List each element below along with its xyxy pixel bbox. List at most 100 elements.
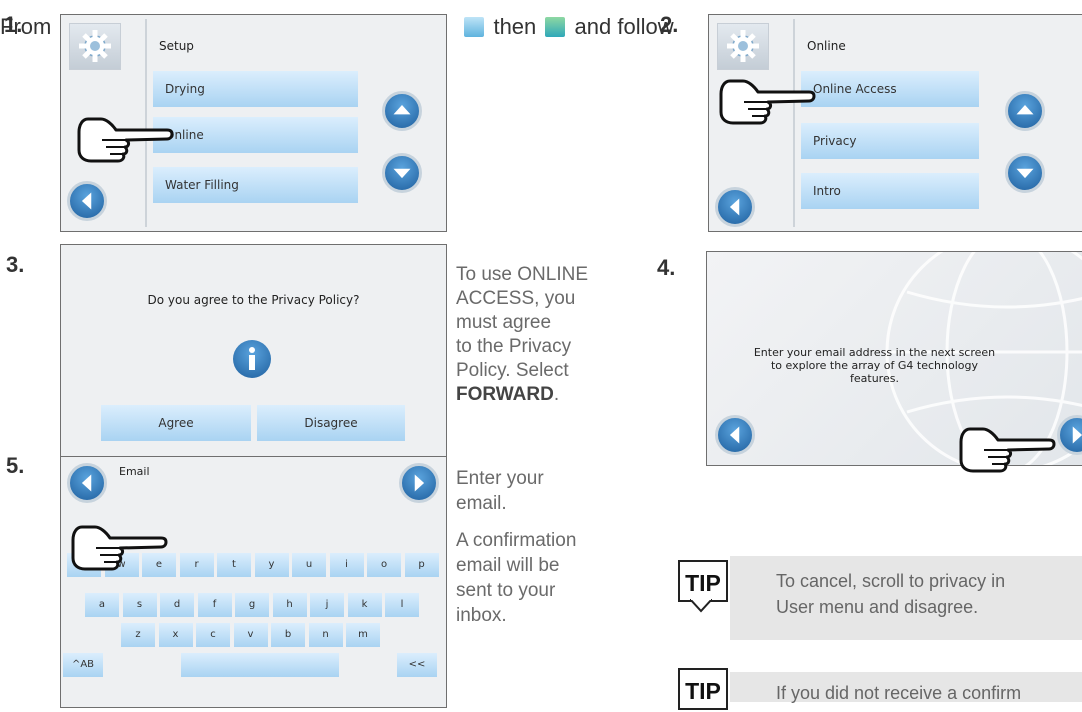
back-button[interactable]	[67, 463, 107, 503]
tip-line: To cancel, scroll to privacy in	[776, 571, 1006, 591]
key-l[interactable]: l	[385, 593, 419, 617]
key-x[interactable]: x	[158, 623, 193, 647]
tip-text: To cancel, scroll to privacy in User men…	[776, 568, 1005, 620]
tip-pointer-icon	[690, 599, 712, 613]
key-m[interactable]: m	[346, 623, 380, 647]
step3-period: .	[553, 384, 560, 405]
step3-line: Policy. Select	[456, 360, 569, 381]
tip-label: TIP	[678, 560, 728, 602]
scroll-down-button[interactable]	[1005, 153, 1045, 193]
key-y[interactable]: y	[254, 553, 289, 577]
step-number-4: 4.	[657, 255, 676, 280]
step5-line: Enter your	[456, 468, 544, 489]
step5-line: email.	[456, 493, 507, 514]
key-f[interactable]: f	[197, 593, 232, 617]
scroll-up-button[interactable]	[1005, 91, 1045, 131]
message-line: features.	[850, 372, 899, 385]
tip-text: If you did not receive a confirm	[776, 683, 1022, 703]
info-icon	[233, 340, 271, 378]
key-g[interactable]: g	[235, 593, 269, 617]
key-k[interactable]: k	[347, 593, 382, 617]
step5-line: email will be	[456, 555, 560, 576]
forward-button[interactable]	[1057, 415, 1082, 455]
email-intro-message: Enter your email address in the next scr…	[707, 346, 1042, 385]
menu-item-online-access[interactable]: Online Access	[801, 71, 979, 107]
agree-button[interactable]: Agree	[101, 405, 251, 441]
back-button[interactable]	[715, 187, 755, 227]
privacy-question: Do you agree to the Privacy Policy?	[147, 293, 360, 307]
settings-gear-icon	[464, 17, 485, 37]
step3-line: To use ONLINE	[456, 264, 588, 285]
key-i[interactable]: i	[329, 553, 364, 577]
intro-then: then	[493, 14, 537, 39]
step3-line: to the Privacy	[456, 336, 572, 357]
back-button[interactable]	[715, 415, 755, 455]
online-user-icon	[545, 17, 566, 37]
pointing-hand-icon	[77, 117, 174, 163]
message-line: to explore the array of G4 technology	[770, 359, 979, 372]
key-d[interactable]: d	[160, 593, 194, 617]
key-b[interactable]: b	[271, 623, 305, 647]
shift-key[interactable]: ^AB	[63, 653, 103, 677]
forward-button[interactable]	[399, 463, 439, 503]
key-o[interactable]: o	[367, 553, 401, 577]
chevron-down-icon	[393, 168, 411, 179]
scroll-up-button[interactable]	[382, 91, 422, 131]
forward-arrow-icon	[1072, 426, 1082, 444]
menu-item-intro[interactable]: Intro	[801, 173, 979, 209]
email-keyboard-screen: Email qwertyuiop asdfghjkl zxcvbnm ^AB <…	[60, 456, 447, 708]
menu-item-privacy[interactable]: Privacy	[801, 123, 979, 159]
key-p[interactable]: p	[404, 553, 439, 577]
tip-line: User menu and disagree.	[776, 597, 979, 617]
screen-title: Setup	[159, 39, 194, 53]
forward-keyword: FORWARD	[456, 384, 554, 405]
back-arrow-icon	[729, 198, 740, 216]
message-line: Enter your email address in the next scr…	[753, 346, 996, 359]
back-arrow-icon	[81, 192, 92, 210]
space-key[interactable]	[181, 653, 339, 677]
pointing-hand-icon	[959, 427, 1056, 473]
step5-line: sent to your	[456, 580, 556, 601]
menu-item-water-filling[interactable]: Water Filling	[153, 167, 358, 203]
key-c[interactable]: c	[196, 623, 230, 647]
screen-title: Online	[807, 39, 846, 53]
tip-label: TIP	[678, 668, 728, 710]
back-arrow-icon	[729, 426, 740, 444]
key-h[interactable]: h	[272, 593, 307, 617]
step5-line: A confirmation	[456, 530, 577, 551]
step3-instructions: To use ONLINE ACCESS, you must agree to …	[456, 263, 588, 407]
chevron-down-icon	[1016, 168, 1034, 179]
step-number-1: 1.	[4, 12, 23, 37]
menu-item-online[interactable]: Online	[153, 117, 358, 153]
back-button[interactable]	[67, 181, 107, 221]
gear-icon[interactable]	[717, 23, 769, 70]
key-v[interactable]: v	[233, 623, 268, 647]
scroll-down-button[interactable]	[382, 153, 422, 193]
step-number-5: 5.	[6, 453, 25, 478]
key-n[interactable]: n	[308, 623, 343, 647]
key-j[interactable]: j	[310, 593, 344, 617]
forward-arrow-icon	[414, 474, 425, 492]
step3-line: must agree	[456, 312, 552, 333]
chevron-up-icon	[1016, 105, 1034, 115]
step-number-3: 3.	[6, 252, 25, 277]
privacy-dialog-screen: Do you agree to the Privacy Policy? Agre…	[60, 244, 447, 461]
key-z[interactable]: z	[121, 623, 155, 647]
pointing-hand-icon	[71, 525, 168, 571]
step5-line: inbox.	[456, 605, 507, 626]
key-t[interactable]: t	[217, 553, 251, 577]
key-r[interactable]: r	[179, 553, 214, 577]
gear-icon[interactable]	[69, 23, 121, 70]
back-arrow-icon	[81, 474, 92, 492]
email-field-label: Email	[119, 465, 150, 478]
key-a[interactable]: a	[85, 593, 119, 617]
step-number-2: 2.	[660, 12, 679, 37]
key-u[interactable]: u	[292, 553, 326, 577]
menu-item-drying[interactable]: Drying	[153, 71, 358, 107]
disagree-button[interactable]: Disagree	[257, 405, 405, 441]
step5-instructions: Enter your email. A confirmation email w…	[456, 466, 576, 628]
intro-and-follow: and follow	[574, 14, 674, 39]
key-s[interactable]: s	[122, 593, 157, 617]
pointing-hand-icon	[719, 79, 816, 125]
backspace-key[interactable]: <<	[397, 653, 437, 677]
